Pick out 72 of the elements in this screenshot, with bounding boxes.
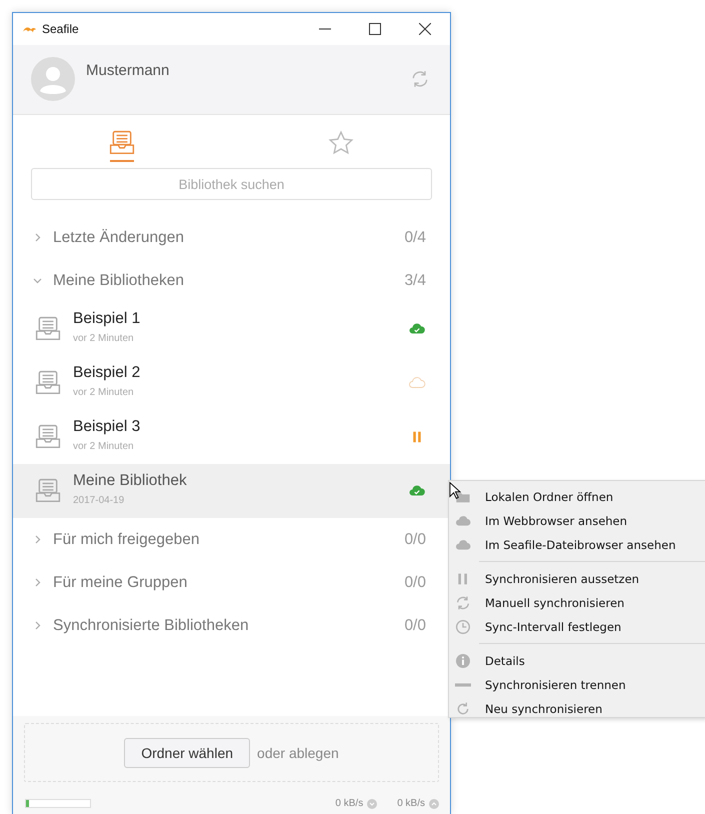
menu-item[interactable]: Synchronisieren trennen (449, 673, 705, 697)
redo-icon (455, 701, 471, 717)
section-header[interactable]: Letzte Änderungen 0/4 (13, 216, 450, 259)
library-subtitle: 2017-04-19 (73, 495, 126, 506)
menu-label: Lokalen Ordner öffnen (485, 490, 614, 504)
library-row[interactable]: Meine Bibliothek 2017-04-19 (13, 464, 450, 518)
library-row[interactable]: Beispiel 3 vor 2 Minuten (13, 410, 450, 464)
menu-label: Sync-Intervall festlegen (485, 620, 622, 634)
library-name: Beispiel 2 (73, 364, 142, 382)
menu-label: Im Seafile-Dateibrowser ansehen (485, 538, 676, 552)
menu-label: Synchronisieren trennen (485, 678, 626, 692)
drop-hint: oder ablegen (257, 744, 339, 760)
info-icon (455, 653, 471, 669)
section-header[interactable]: Für mich freigegeben 0/0 (13, 518, 450, 561)
menu-item[interactable]: Im Seafile-Dateibrowser ansehen (449, 533, 705, 557)
search-field[interactable]: Bibliothek suchen (31, 168, 432, 200)
section-title: Für mich freigegeben (53, 530, 200, 548)
section-title: Für meine Gruppen (53, 574, 188, 592)
upload-rate: 0 kB/s (397, 798, 425, 809)
section-count: 3/4 (404, 272, 426, 290)
section-title: Letzte Änderungen (53, 228, 185, 246)
library-subtitle: vor 2 Minuten (73, 441, 135, 452)
chevron-down-icon (33, 276, 42, 285)
cursor-icon (449, 481, 461, 500)
account-name: Mustermann (86, 62, 170, 79)
window-title: Seafile (42, 22, 80, 36)
section-header[interactable]: Meine Bibliotheken 3/4 (13, 259, 450, 302)
library-name: Beispiel 1 (73, 310, 142, 328)
section-title: Meine Bibliotheken (53, 272, 185, 290)
library-row[interactable]: Beispiel 1 vor 2 Minuten (13, 302, 450, 356)
menu-label: Synchronisieren aussetzen (485, 572, 640, 586)
library-icon (35, 478, 61, 504)
menu-item[interactable]: Details (449, 649, 705, 673)
star-icon (328, 130, 354, 156)
library-subtitle: vor 2 Minuten (73, 333, 135, 344)
library-name: Meine Bibliothek (73, 472, 188, 490)
download-rate: 0 kB/s (335, 798, 364, 809)
section-count: 0/4 (404, 228, 426, 246)
section-count: 0/0 (404, 530, 426, 548)
chevron-right-icon (33, 578, 42, 587)
menu-item[interactable]: Neu synchronisieren (449, 697, 705, 721)
menu-label: Im Webbrowser ansehen (485, 514, 628, 528)
menu-label: Details (485, 654, 525, 668)
library-icon (35, 316, 61, 342)
library-icon (35, 424, 61, 450)
maximize-icon (369, 23, 381, 35)
library-subtitle: vor 2 Minuten (73, 387, 135, 398)
sync-icon (455, 595, 471, 611)
library-name: Beispiel 3 (73, 418, 142, 436)
menu-item[interactable]: Im Webbrowser ansehen (449, 509, 705, 533)
menu-item[interactable]: Sync-Intervall festlegen (449, 615, 705, 639)
section-title: Synchronisierte Bibliotheken (53, 616, 250, 634)
menu-label: Manuell synchronisieren (485, 596, 624, 610)
clock-icon (455, 619, 471, 635)
library-icon (109, 130, 136, 156)
avatar-icon (31, 57, 75, 101)
section-count: 0/0 (404, 616, 426, 634)
chevron-right-icon (33, 535, 42, 544)
section-header[interactable]: Synchronisierte Bibliotheken 0/0 (13, 604, 450, 647)
library-icon (35, 370, 61, 396)
chevron-right-icon (33, 233, 42, 242)
close-icon (419, 23, 431, 35)
section-count: 0/0 (404, 574, 426, 592)
choose-folder-button[interactable]: Ordner wählen (124, 738, 250, 768)
chevron-right-icon (33, 621, 42, 630)
menu-item[interactable]: Synchronisieren aussetzen (449, 567, 705, 591)
drop-zone[interactable]: Ordner wählen oder ablegen (24, 723, 439, 782)
menu-label: Neu synchronisieren (485, 702, 602, 716)
library-row[interactable]: Beispiel 2 vor 2 Minuten (13, 356, 450, 410)
minus-icon (455, 683, 471, 687)
menu-item[interactable]: Manuell synchronisieren (449, 591, 705, 615)
section-header[interactable]: Für meine Gruppen 0/0 (13, 561, 450, 604)
